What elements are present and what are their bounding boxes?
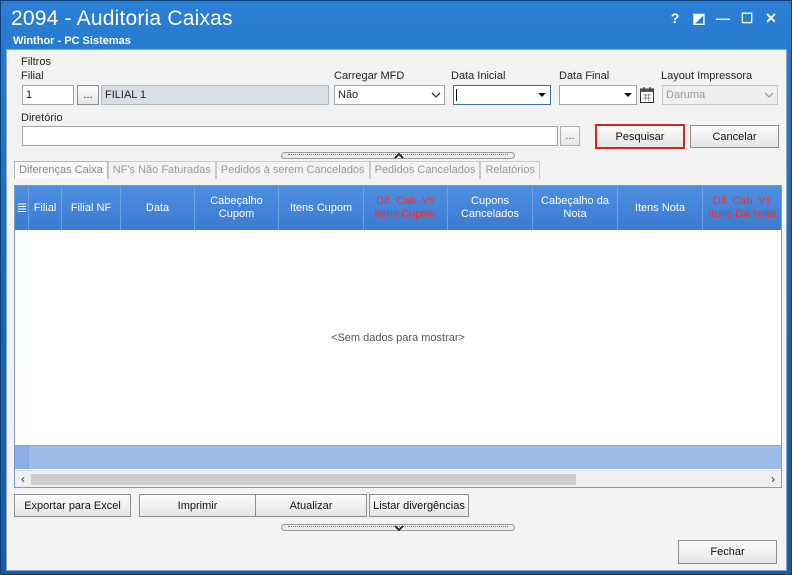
filters-group: Filtros Filial 1 ... FILIAL 1 Carregar M… bbox=[11, 53, 782, 149]
column-header[interactable]: Filial bbox=[29, 186, 62, 230]
filial-label: Filial bbox=[21, 70, 44, 82]
diferencas-grid: Filial Filial NF Data Cabeçalho Cupom It… bbox=[14, 185, 782, 488]
text-cursor bbox=[456, 89, 457, 101]
filial-description: FILIAL 1 bbox=[101, 85, 329, 105]
filters-legend: Filtros bbox=[21, 56, 51, 68]
carregar-mfd-label: Carregar MFD bbox=[334, 70, 405, 82]
column-header[interactable]: Itens Cupom bbox=[279, 186, 364, 230]
column-header[interactable]: Filial NF bbox=[62, 186, 121, 230]
grid-summary-row bbox=[15, 445, 781, 469]
column-header[interactable]: Cabeçalho da Nota bbox=[533, 186, 618, 230]
filial-input[interactable]: 1 bbox=[22, 85, 74, 105]
diretorio-label: Diretório bbox=[21, 112, 63, 124]
fechar-button[interactable]: Fechar bbox=[678, 540, 777, 564]
cancelar-button[interactable]: Cancelar bbox=[690, 125, 779, 148]
horizontal-scrollbar[interactable]: ‹ › bbox=[15, 470, 781, 487]
restore-icon[interactable]: ◩ bbox=[689, 8, 709, 28]
app-window: 2094 - Auditoria Caixas Winthor - PC Sis… bbox=[0, 0, 792, 575]
imprimir-button[interactable]: Imprimir bbox=[139, 494, 256, 517]
tab-bar: Diferenças Caixa NF's Não Faturadas Pedi… bbox=[14, 161, 540, 179]
data-inicial-label: Data Inicial bbox=[451, 70, 506, 82]
close-button[interactable]: ✕ bbox=[761, 8, 781, 28]
listar-divergencias-button[interactable]: Listar divergências bbox=[369, 494, 469, 517]
exportar-excel-button[interactable]: Exportar para Excel bbox=[14, 494, 131, 517]
window-subtitle: Winthor - PC Sistemas bbox=[13, 35, 131, 47]
tab-diferencas-caixa[interactable]: Diferenças Caixa bbox=[14, 161, 108, 179]
tab-pedidos-a-cancelar[interactable]: Pedidos à serem Cancelados bbox=[215, 161, 370, 179]
carregar-mfd-select[interactable]: Não bbox=[334, 85, 445, 105]
diretorio-browse-button[interactable]: ... bbox=[560, 126, 580, 146]
client-area: Filtros Filial 1 ... FILIAL 1 Carregar M… bbox=[6, 49, 787, 571]
minimize-button[interactable]: — bbox=[713, 8, 733, 28]
data-final-input[interactable] bbox=[559, 85, 637, 105]
atualizar-button[interactable]: Atualizar bbox=[255, 494, 367, 517]
pesquisar-button[interactable]: Pesquisar bbox=[595, 124, 685, 149]
tab-nfs-nao-faturadas[interactable]: NF's Não Faturadas bbox=[107, 161, 216, 179]
calendar-dropdown-icon[interactable] bbox=[537, 90, 547, 100]
summary-indicator-cell bbox=[15, 446, 29, 469]
chevron-down-icon[interactable] bbox=[393, 524, 405, 532]
column-header[interactable]: Cupons Cancelados bbox=[448, 186, 533, 230]
help-button[interactable]: ? bbox=[665, 8, 685, 28]
layout-impressora-value: Daruma bbox=[666, 89, 706, 101]
diretorio-input[interactable] bbox=[22, 126, 558, 146]
tab-pedidos-cancelados[interactable]: Pedidos Cancelados bbox=[369, 161, 481, 179]
filial-lookup-button[interactable]: ... bbox=[77, 85, 99, 105]
calendar-icon[interactable] bbox=[639, 86, 655, 104]
calendar-dropdown-icon[interactable] bbox=[623, 90, 633, 100]
window-controls: ? ◩ — ☐ ✕ bbox=[665, 8, 781, 28]
scroll-left-icon[interactable]: ‹ bbox=[17, 473, 29, 485]
scroll-right-icon[interactable]: › bbox=[767, 473, 779, 485]
column-header[interactable]: Data bbox=[121, 186, 195, 230]
bottom-splitter[interactable] bbox=[281, 524, 515, 532]
column-header[interactable]: Itens Nota bbox=[618, 186, 703, 230]
maximize-button[interactable]: ☐ bbox=[737, 8, 757, 28]
chevron-down-icon bbox=[764, 92, 774, 98]
data-final-label: Data Final bbox=[559, 70, 610, 82]
carregar-mfd-value: Não bbox=[338, 89, 359, 101]
tab-relatorios[interactable]: Relatórios bbox=[480, 161, 540, 179]
column-header[interactable]: Dif. Cab. Vs Itens Cupom bbox=[364, 186, 448, 230]
grid-header: Filial Filial NF Data Cabeçalho Cupom It… bbox=[15, 186, 781, 230]
scrollbar-thumb[interactable] bbox=[31, 474, 576, 485]
column-chooser-icon[interactable] bbox=[15, 186, 29, 230]
grid-empty-message: <Sem dados para mostrar> bbox=[331, 332, 465, 344]
column-header[interactable]: Dif. Cab. Vs Itens Da Nota bbox=[703, 186, 781, 230]
column-header[interactable]: Cabeçalho Cupom bbox=[195, 186, 279, 230]
chevron-up-icon[interactable] bbox=[393, 152, 405, 160]
data-inicial-input[interactable] bbox=[453, 85, 551, 105]
layout-impressora-select: Daruma bbox=[662, 85, 778, 105]
chevron-down-icon bbox=[431, 92, 441, 98]
window-title: 2094 - Auditoria Caixas bbox=[11, 7, 233, 30]
top-splitter[interactable] bbox=[281, 152, 515, 159]
layout-impressora-label: Layout Impressora bbox=[661, 70, 753, 82]
